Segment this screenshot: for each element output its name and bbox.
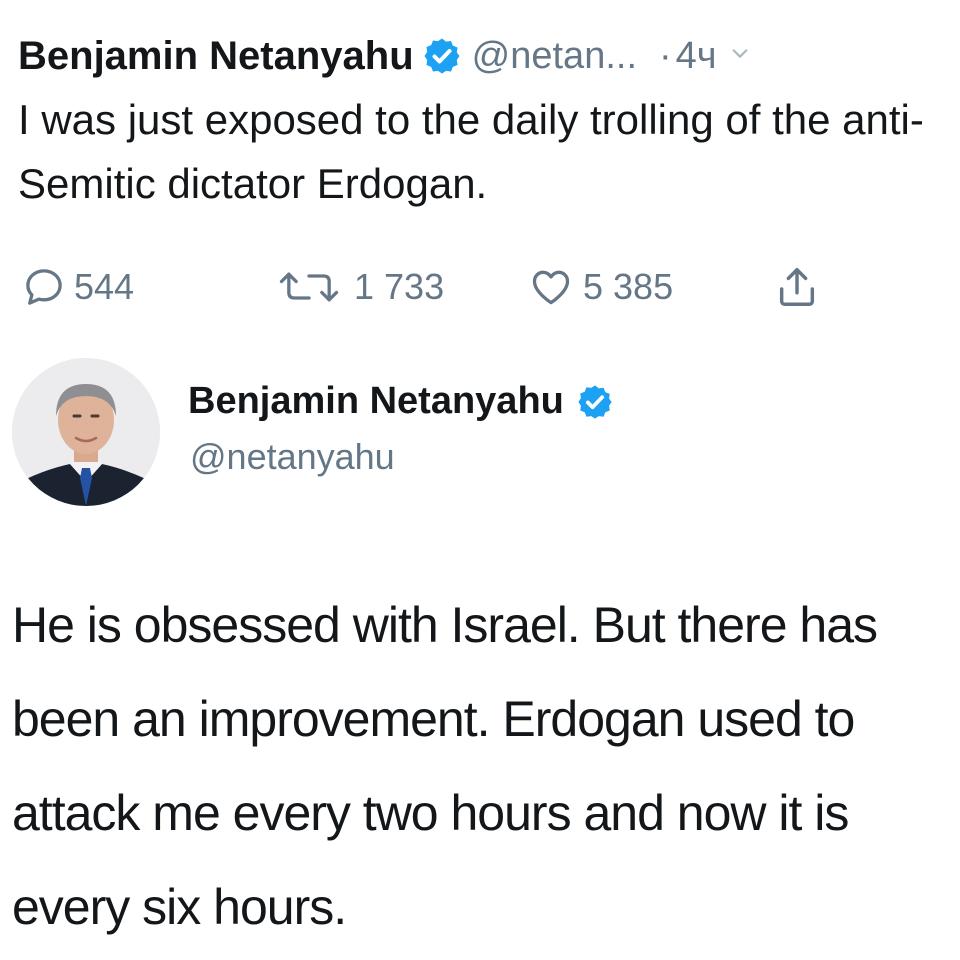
retweet-button[interactable]: 1 733: [272, 262, 444, 312]
tweet-actions-bar: 544 1 733 5 385: [22, 262, 882, 312]
share-icon: [779, 268, 815, 306]
tweet-header: Benjamin Netanyahu @netan... · 4ч: [18, 28, 958, 84]
quoted-author-handle[interactable]: @netanyahu: [190, 436, 395, 478]
avatar-photo: [12, 358, 160, 506]
chevron-down-icon[interactable]: [731, 45, 749, 63]
tweet[interactable]: Benjamin Netanyahu @netan... · 4ч I was …: [18, 28, 958, 216]
verified-badge-icon: [424, 38, 460, 74]
verified-badge-icon: [578, 384, 612, 419]
quoted-author-name: Benjamin Netanyahu: [188, 380, 564, 422]
retweet-count: 1 733: [354, 266, 445, 307]
avatar[interactable]: [12, 358, 160, 506]
like-count: 5 385: [583, 266, 674, 307]
retweet-icon: [279, 272, 339, 302]
reply-button[interactable]: 544: [22, 262, 134, 312]
like-button[interactable]: 5 385: [527, 262, 673, 312]
share-button[interactable]: [774, 262, 820, 312]
quoted-author[interactable]: Benjamin Netanyahu: [188, 380, 614, 423]
reply-count: 544: [74, 266, 135, 307]
tweet-timestamp[interactable]: 4ч: [676, 35, 717, 78]
author-handle[interactable]: @netan...: [472, 35, 637, 78]
quoted-tweet-text: He is obsessed with Israel. But there ha…: [12, 597, 878, 935]
like-icon: [532, 270, 570, 305]
author-name[interactable]: Benjamin Netanyahu: [18, 34, 414, 79]
reply-icon: [26, 269, 62, 305]
tweet-text: I was just exposed to the daily trolling…: [18, 96, 924, 207]
separator-dot: ·: [659, 34, 672, 77]
